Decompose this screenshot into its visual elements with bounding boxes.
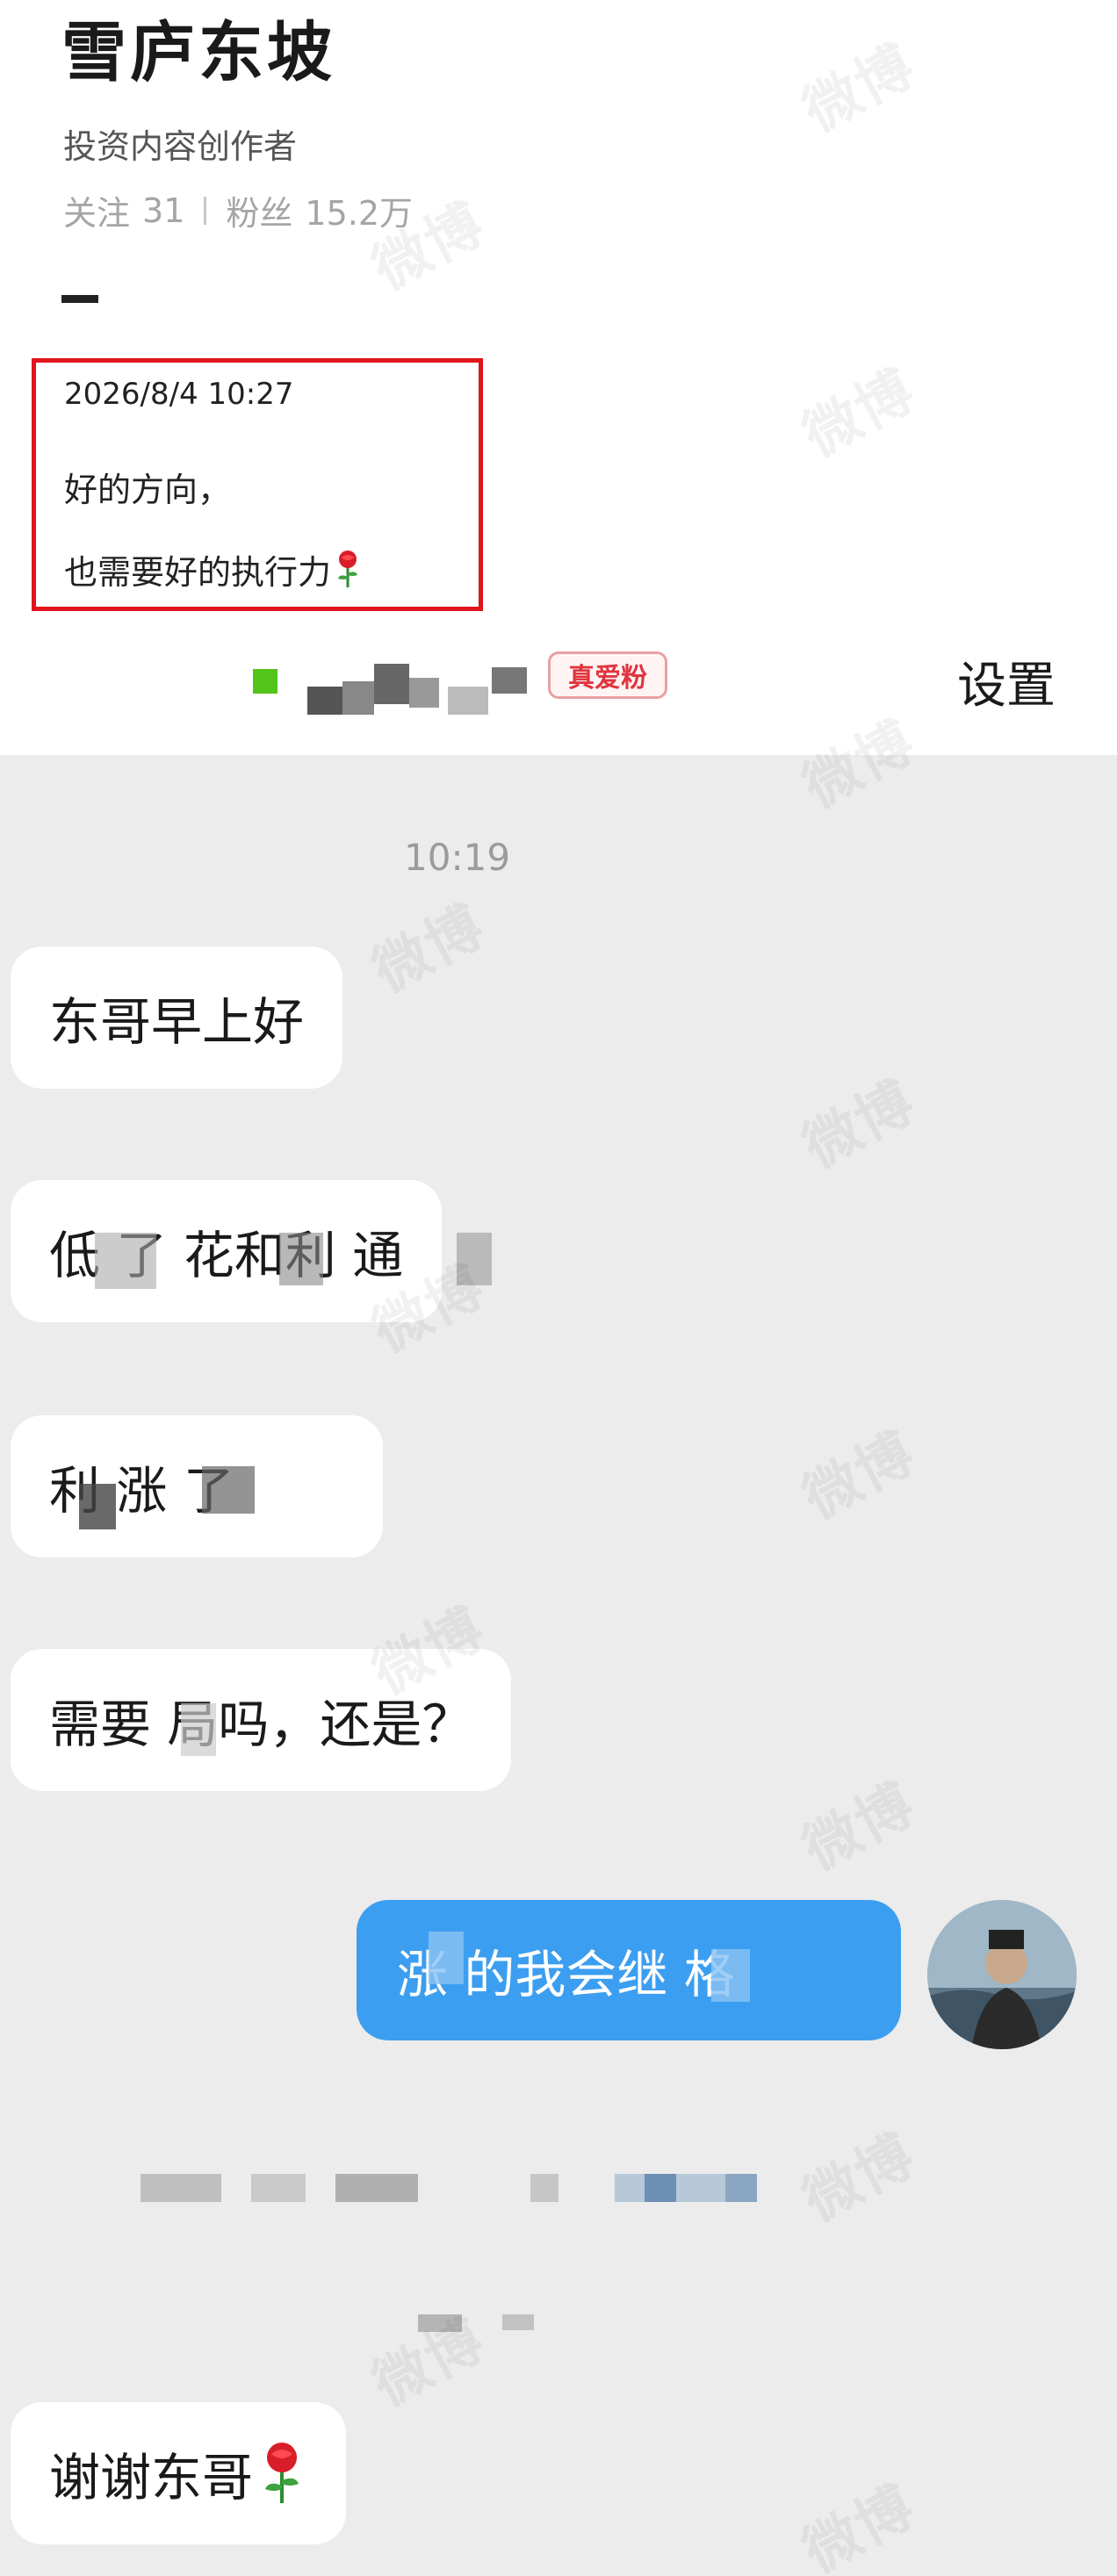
message-bubble-incoming[interactable]: 东哥早上好 (11, 946, 343, 1089)
rose-icon (338, 550, 358, 587)
message-bubble-incoming[interactable]: 利 涨 了 (11, 1415, 383, 1558)
post-text-line-1: 好的方向， (64, 471, 232, 509)
blurred-text (202, 1466, 255, 1514)
chat-timestamp: 10:19 (404, 836, 511, 879)
blurred-username (307, 664, 536, 720)
weibo-watermark: 微博 (793, 1771, 926, 1883)
rose-icon (265, 2443, 299, 2503)
blurred-text (429, 1932, 464, 1984)
message-text: 东哥早上好 (49, 992, 305, 1052)
highlighted-post: 2026/8/4 10:27 好的方向， 也需要好的执行力 (32, 358, 483, 611)
settings-button[interactable]: 设置 (957, 646, 1056, 717)
followers-label[interactable]: 粉丝 (226, 186, 292, 234)
following-label[interactable]: 关注 (63, 186, 130, 234)
blurred-text (181, 1703, 216, 1756)
post-text-line-2: 也需要好的执行力 (64, 545, 363, 594)
stats-divider (204, 196, 207, 225)
blurred-text (79, 1484, 116, 1529)
weibo-watermark: 微博 (793, 2122, 926, 2234)
dash-mark (61, 295, 98, 303)
blurred-text (279, 1233, 323, 1285)
weibo-watermark: 微博 (793, 1420, 926, 1532)
blurred-text (711, 1949, 750, 2002)
message-bubble-incoming[interactable]: 谢谢东哥 (11, 2402, 347, 2544)
post-text-line-2-text: 也需要好的执行力 (64, 553, 332, 592)
user-avatar[interactable] (927, 1900, 1077, 2049)
post-date: 2026/8/4 10:27 (64, 377, 294, 412)
profile-bio: 投资内容创作者 (63, 127, 298, 166)
profile-name[interactable]: 雪庐东坡 (61, 0, 335, 94)
weibo-watermark: 微博 (363, 893, 496, 1005)
weibo-watermark: 微博 (793, 2473, 926, 2576)
profile-header: 雪庐东坡 投资内容创作者 关注 31 粉丝 15.2万 2026/8/4 10:… (0, 0, 1117, 755)
profile-stats: 关注 31 粉丝 15.2万 (63, 186, 413, 234)
avatar-image (927, 1900, 1077, 2049)
true-fan-badge: 真爱粉 (548, 651, 667, 699)
message-text: 谢谢东哥 (49, 2448, 254, 2508)
blurred-system-notice (141, 2174, 790, 2204)
blurred-text (95, 1233, 156, 1289)
online-indicator (253, 669, 277, 694)
weibo-watermark: 微博 (793, 1069, 926, 1181)
following-count[interactable]: 31 (142, 191, 184, 230)
